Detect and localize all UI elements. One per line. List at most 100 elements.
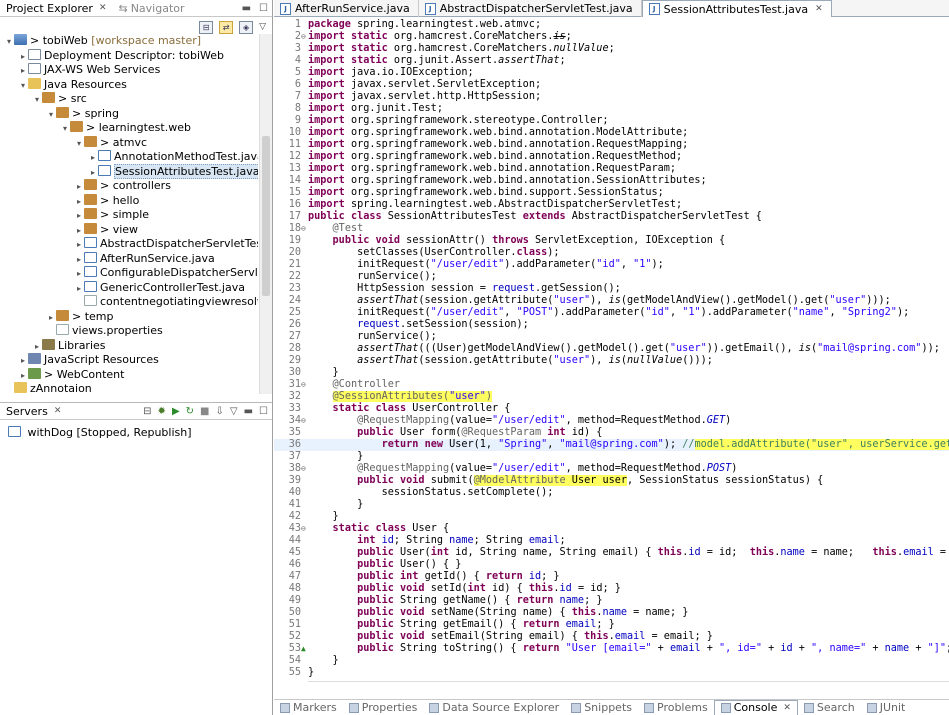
code-line[interactable]: 52 public void setEmail(String email) { …	[274, 631, 949, 643]
scroll-left-icon[interactable]: ◂	[310, 680, 315, 682]
tree-scroll-thumb[interactable]	[262, 136, 270, 296]
tree-item[interactable]: ▾ > tobiWeb [workspace master]	[0, 34, 258, 49]
minimize-icon[interactable]: ▬	[244, 406, 253, 417]
code-line[interactable]: 49 public String getName() { return name…	[274, 595, 949, 607]
code-line[interactable]: 45 public User(int id, String name, Stri…	[274, 547, 949, 559]
code-line[interactable]: 38 ⊖ @RequestMapping(value="/user/edit", …	[274, 463, 949, 475]
tree-item[interactable]: ▸ AfterRunService.java	[0, 251, 258, 268]
code-line[interactable]: 29 assertThat(session.getAttribute("user…	[274, 355, 949, 367]
code-line[interactable]: 28 assertThat(((User)getModelAndView().g…	[274, 343, 949, 355]
collapsed-icon[interactable]: ▸	[74, 224, 84, 239]
code-line[interactable]: 9 import org.springframework.stereotype.C…	[274, 115, 949, 127]
tree-item[interactable]: ▸ GenericControllerTest.java	[0, 280, 258, 297]
code-line[interactable]: 7 import javax.servlet.http.HttpSession;	[274, 91, 949, 103]
tree-item[interactable]: ▸ > hello	[0, 193, 258, 209]
expanded-icon[interactable]: ▾	[4, 35, 14, 50]
code-line[interactable]: 46 public User() { }	[274, 559, 949, 571]
override-marker-icon[interactable]: ▲	[301, 643, 307, 655]
collapsed-icon[interactable]: ▸	[74, 267, 84, 282]
code-line[interactable]: 30 }	[274, 367, 949, 379]
close-icon[interactable]: ✕	[783, 701, 791, 715]
tree-item[interactable]: ▾ Java Resources	[0, 77, 258, 94]
code-line[interactable]: 32 @SessionAttributes("user")	[274, 391, 949, 403]
code-line[interactable]: 27 runService();	[274, 331, 949, 343]
publish-icon[interactable]: ⇩	[215, 406, 223, 417]
code-line[interactable]: 1 package spring.learningtest.web.atmvc;	[274, 19, 949, 31]
tab-navigator[interactable]: ⇆ Navigator	[112, 0, 190, 17]
code-line[interactable]: 31 ⊖ @Controller	[274, 379, 949, 391]
close-icon[interactable]: ✕	[815, 1, 823, 18]
tree-item[interactable]: ▸ JAX-WS Web Services	[0, 63, 258, 78]
tree-item[interactable]: ▾ > learningtest.web	[0, 121, 258, 136]
expanded-icon[interactable]: ▾	[46, 108, 56, 123]
code-line[interactable]: 5 import java.io.IOException;	[274, 67, 949, 79]
tab-servers[interactable]: Servers ✕	[0, 403, 67, 420]
expanded-icon[interactable]: ▾	[18, 79, 28, 94]
code-line[interactable]: 42 }	[274, 511, 949, 523]
collapse-icon[interactable]: ⊟	[143, 406, 151, 417]
code-line[interactable]: 21 initRequest("/user/edit").addParamete…	[274, 259, 949, 271]
collapsed-icon[interactable]: ▸	[74, 253, 84, 268]
collapsed-icon[interactable]: ▸	[46, 311, 56, 326]
tab-project-explorer[interactable]: Project Explorer ✕	[0, 0, 112, 17]
fold-icon[interactable]: ⊖	[301, 379, 307, 391]
collapsed-icon[interactable]: ▸	[18, 369, 28, 384]
bottom-tab[interactable]: Console ✕	[713, 699, 798, 715]
code-line[interactable]: 6 import javax.servlet.ServletException;	[274, 79, 949, 91]
code-line[interactable]: 4 import static org.junit.Assert.assertTh…	[274, 55, 949, 67]
minimize-icon[interactable]: ▬	[242, 3, 251, 14]
code-line[interactable]: 26 request.setSession(session);	[274, 319, 949, 331]
code-line[interactable]: 23 HttpSession session = request.getSess…	[274, 283, 949, 295]
code-line[interactable]: 47 public int getId() { return id; }	[274, 571, 949, 583]
link-with-editor-icon[interactable]: ⇄	[219, 20, 234, 34]
code-line[interactable]: 39 public void submit(@ModelAttribute Us…	[274, 475, 949, 487]
tree-item[interactable]: ▸ > temp	[0, 309, 258, 326]
code-line[interactable]: 24 assertThat(session.getAttribute("user…	[274, 295, 949, 307]
bottom-tab[interactable]: Problems	[638, 701, 714, 714]
expanded-icon[interactable]: ▾	[32, 93, 42, 108]
filter-icon[interactable]: ◈	[239, 20, 254, 34]
tree-item[interactable]: ▾ > atmvc	[0, 135, 258, 151]
tree-item[interactable]: ▸ JavaScript Resources	[0, 353, 258, 368]
code-line[interactable]: 25 initRequest("/user/edit", "POST").add…	[274, 307, 949, 319]
editor-horizontal-scrollbar[interactable]: ◂	[308, 680, 949, 682]
view-menu-icon[interactable]: ▽	[259, 22, 266, 32]
tree-item[interactable]: ▸ ConfigurableDispatcherServlet.java	[0, 266, 258, 281]
code-line[interactable]: 12 import org.springframework.web.bind.an…	[274, 151, 949, 163]
collapsed-icon[interactable]: ▸	[88, 166, 98, 181]
collapse-all-icon[interactable]: ⊟	[199, 20, 214, 34]
code-line[interactable]: 44 int id; String name; String email;	[274, 535, 949, 547]
tree-item[interactable]: ▸ AbstractDispatcherServletTest.java	[0, 237, 258, 252]
collapsed-icon[interactable]: ▸	[74, 282, 84, 297]
tree-item[interactable]: views.properties	[0, 324, 258, 339]
tree-item[interactable]: ▸ > WebContent	[0, 367, 258, 384]
code-line[interactable]: 53 ▲ public String toString() { return "U…	[274, 643, 949, 655]
maximize-icon[interactable]: ☐	[259, 3, 268, 14]
code-line[interactable]: 20 setClasses(UserController.class);	[274, 247, 949, 259]
bottom-tab[interactable]: Search	[798, 701, 861, 714]
bottom-tab[interactable]: Markers	[274, 701, 343, 714]
fold-icon[interactable]: ⊖	[301, 523, 307, 535]
view-menu-icon[interactable]: ▽	[230, 406, 238, 417]
collapsed-icon[interactable]: ▸	[88, 151, 98, 166]
collapsed-icon[interactable]: ▸	[18, 354, 28, 369]
close-icon[interactable]: ✕	[54, 403, 62, 420]
code-line[interactable]: 41 }	[274, 499, 949, 511]
close-icon[interactable]: ✕	[99, 0, 107, 17]
code-line[interactable]: 14 import org.springframework.web.bind.an…	[274, 175, 949, 187]
code-line[interactable]: 48 public void setId(int id) { this.id =…	[274, 583, 949, 595]
code-line[interactable]: 34 ⊖ @RequestMapping(value="/user/edit", …	[274, 415, 949, 427]
tree-item[interactable]: ▸ Libraries	[0, 338, 258, 354]
code-line[interactable]: 35 public User form(@RequestParam int id…	[274, 427, 949, 439]
tree-item[interactable]: ▸ AnnotationMethodTest.java	[0, 150, 258, 165]
collapsed-icon[interactable]: ▸	[74, 209, 84, 224]
tree-item[interactable]: ▸ > view	[0, 222, 258, 239]
server-row[interactable]: withDog [Stopped, Republish]	[0, 425, 272, 440]
code-line[interactable]: 15 import org.springframework.web.bind.su…	[274, 187, 949, 199]
editor-tab[interactable]: J AfterRunService.java	[274, 0, 419, 17]
editor-tab[interactable]: J SessionAttributesTest.java ✕	[641, 0, 832, 18]
bottom-tab[interactable]: Snippets	[565, 701, 638, 714]
bottom-tab[interactable]: Properties	[343, 701, 424, 714]
code-line[interactable]: 37 }	[274, 451, 949, 463]
code-line[interactable]: 10 import org.springframework.web.bind.an…	[274, 127, 949, 139]
